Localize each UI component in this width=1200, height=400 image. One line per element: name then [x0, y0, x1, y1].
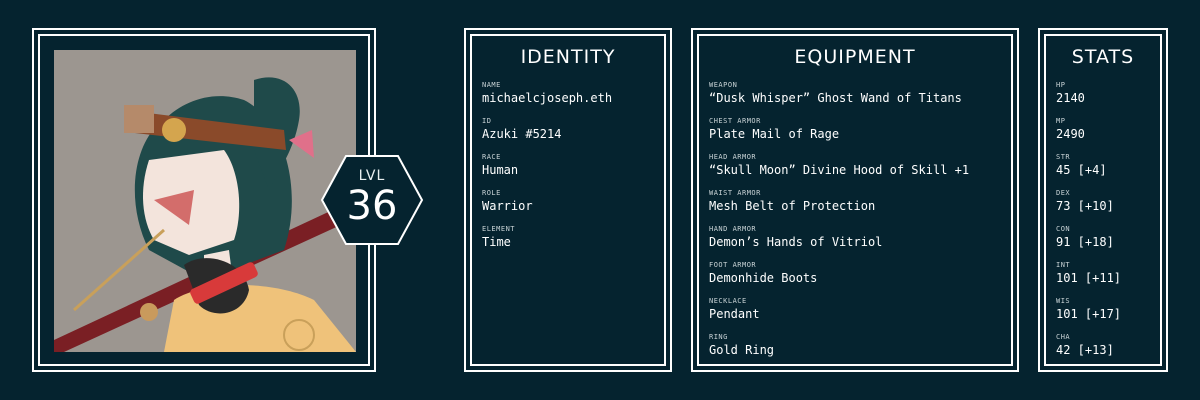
equipment-item-weapon: WEAPON “Dusk Whisper” Ghost Wand of Tita… [709, 80, 1009, 116]
equipment-item-foot-armor: FOOT ARMOR Demonhide Boots [709, 260, 1009, 296]
equipment-key: FOOT ARMOR [709, 261, 757, 269]
stat-key: CHA [1056, 333, 1071, 341]
equipment-value: “Dusk Whisper” Ghost Wand of Titans [709, 91, 962, 105]
stat-mp: MP 2490 [1056, 116, 1158, 152]
equipment-item-hand-armor: HAND ARMOR Demon’s Hands of Vitriol [709, 224, 1009, 260]
equipment-key: RING [709, 333, 728, 341]
stat-value: 73 [+10] [1056, 199, 1114, 213]
stat-key: MP [1056, 117, 1066, 125]
stat-key: CON [1056, 225, 1071, 233]
stat-key: HP [1056, 81, 1066, 89]
stat-wis: WIS 101 [+17] [1056, 296, 1158, 332]
identity-key: ID [482, 117, 492, 125]
equipment-value: Gold Ring [709, 343, 775, 357]
headband-plate [124, 105, 154, 133]
stat-value: 91 [+18] [1056, 235, 1114, 249]
stat-value: 45 [+4] [1056, 163, 1107, 177]
level-value: 36 [346, 183, 398, 229]
stat-dex: DEX 73 [+10] [1056, 188, 1158, 224]
identity-value: Warrior [482, 199, 533, 213]
stat-con: CON 91 [+18] [1056, 224, 1158, 260]
equipment-value: “Skull Moon” Divine Hood of Skill +1 [709, 163, 970, 177]
stat-value: 2490 [1056, 127, 1085, 141]
equipment-value: Mesh Belt of Protection [709, 199, 876, 213]
stat-value: 101 [+11] [1056, 271, 1122, 285]
stat-int: INT 101 [+11] [1056, 260, 1158, 296]
equipment-value: Plate Mail of Rage [709, 127, 840, 141]
identity-key: ROLE [482, 189, 501, 197]
identity-key: RACE [482, 153, 501, 161]
stat-key: DEX [1056, 189, 1071, 197]
level-label: LVL [358, 168, 386, 184]
equipment-key: WEAPON [709, 81, 738, 89]
character-illustration [54, 77, 356, 352]
stats-list: HP 2140 MP 2490 STR 45 [+4] DEX 73 [+10]… [1056, 80, 1158, 368]
identity-item-element: ELEMENT Time [482, 224, 662, 260]
stat-key: INT [1056, 261, 1071, 269]
identity-item-role: ROLE Warrior [482, 188, 662, 224]
equipment-panel: EQUIPMENT WEAPON “Dusk Whisper” Ghost Wa… [691, 28, 1019, 372]
equipment-value: Pendant [709, 307, 760, 321]
equipment-key: HAND ARMOR [709, 225, 757, 233]
equipment-item-necklace: NECKLACE Pendant [709, 296, 1009, 332]
stat-str: STR 45 [+4] [1056, 152, 1158, 188]
headband-emblem [162, 118, 186, 142]
identity-key: NAME [482, 81, 501, 89]
stat-value: 101 [+17] [1056, 307, 1122, 321]
identity-panel: IDENTITY NAME michaelcjoseph.eth ID Azuk… [464, 28, 672, 372]
equipment-value: Demon’s Hands of Vitriol [709, 235, 883, 249]
identity-item-name: NAME michaelcjoseph.eth [482, 80, 662, 116]
stats-panel: STATS HP 2140 MP 2490 STR 45 [+4] DEX 73… [1038, 28, 1168, 372]
character-portrait [54, 50, 356, 352]
equipment-item-chest-armor: CHEST ARMOR Plate Mail of Rage [709, 116, 1009, 152]
equipment-key: HEAD ARMOR [709, 153, 757, 161]
equipment-title: EQUIPMENT [794, 46, 916, 68]
stat-key: WIS [1056, 297, 1071, 305]
equipment-list: WEAPON “Dusk Whisper” Ghost Wand of Tita… [709, 80, 1009, 368]
equipment-value: Demonhide Boots [709, 271, 818, 285]
equipment-key: WAIST ARMOR [709, 189, 761, 197]
stat-hp: HP 2140 [1056, 80, 1158, 116]
identity-value: Human [482, 163, 519, 177]
equipment-item-waist-armor: WAIST ARMOR Mesh Belt of Protection [709, 188, 1009, 224]
identity-item-race: RACE Human [482, 152, 662, 188]
stat-value: 42 [+13] [1056, 343, 1114, 357]
sheath-ornament [140, 303, 158, 321]
identity-title: IDENTITY [520, 46, 616, 68]
equipment-item-head-armor: HEAD ARMOR “Skull Moon” Divine Hood of S… [709, 152, 1009, 188]
stat-cha: CHA 42 [+13] [1056, 332, 1158, 368]
identity-value: Azuki #5214 [482, 127, 562, 141]
identity-value: michaelcjoseph.eth [482, 91, 613, 105]
stats-title: STATS [1071, 46, 1135, 68]
identity-key: ELEMENT [482, 225, 516, 233]
identity-value: Time [482, 235, 511, 249]
level-badge: LVL 36 [320, 154, 424, 246]
equipment-item-ring: RING Gold Ring [709, 332, 1009, 368]
identity-item-id: ID Azuki #5214 [482, 116, 662, 152]
equipment-key: CHEST ARMOR [709, 117, 761, 125]
stat-value: 2140 [1056, 91, 1085, 105]
equipment-key: NECKLACE [709, 297, 747, 305]
identity-list: NAME michaelcjoseph.eth ID Azuki #5214 R… [482, 80, 662, 260]
stat-key: STR [1056, 153, 1071, 161]
